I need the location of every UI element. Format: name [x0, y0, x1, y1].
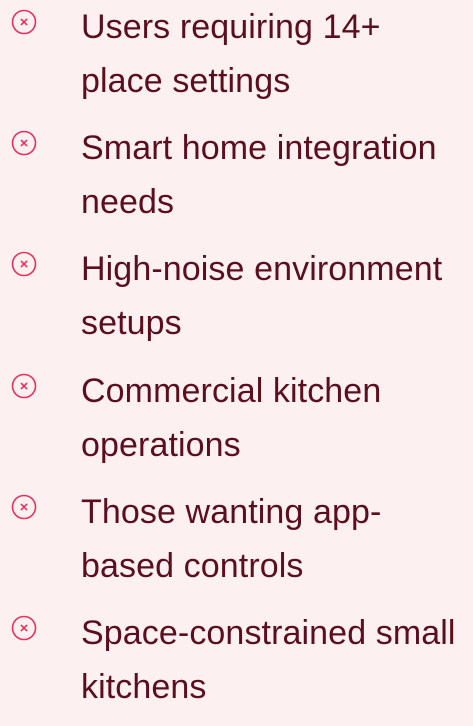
list-item-text: High-noise environment setups: [81, 250, 443, 342]
x-circle-icon: [11, 494, 37, 520]
list-item: Users requiring 14+ place settings: [0, 0, 473, 100]
list-item-text: Commercial kitchen operations: [81, 372, 382, 464]
list-item: Commercial kitchen operations: [0, 364, 473, 464]
list-item: Those wanting app-based controls: [0, 485, 473, 585]
list-item-text: Space-constrained small kitchens: [81, 614, 456, 706]
list-item: Smart home integration needs: [0, 121, 473, 221]
list-item-text: Users requiring 14+ place settings: [81, 8, 381, 100]
x-circle-icon: [11, 373, 37, 399]
x-circle-icon: [11, 251, 37, 277]
list-item-text: Smart home integration needs: [81, 129, 437, 221]
x-circle-icon: [11, 130, 37, 156]
x-circle-icon: [11, 9, 37, 35]
list-item-text: Those wanting app-based controls: [81, 493, 382, 585]
x-circle-icon: [11, 615, 37, 641]
list-item: Space-constrained small kitchens: [0, 606, 473, 706]
limitations-panel: Users requiring 14+ place settings Smart…: [0, 0, 473, 726]
list-item: High-noise environment setups: [0, 242, 473, 342]
